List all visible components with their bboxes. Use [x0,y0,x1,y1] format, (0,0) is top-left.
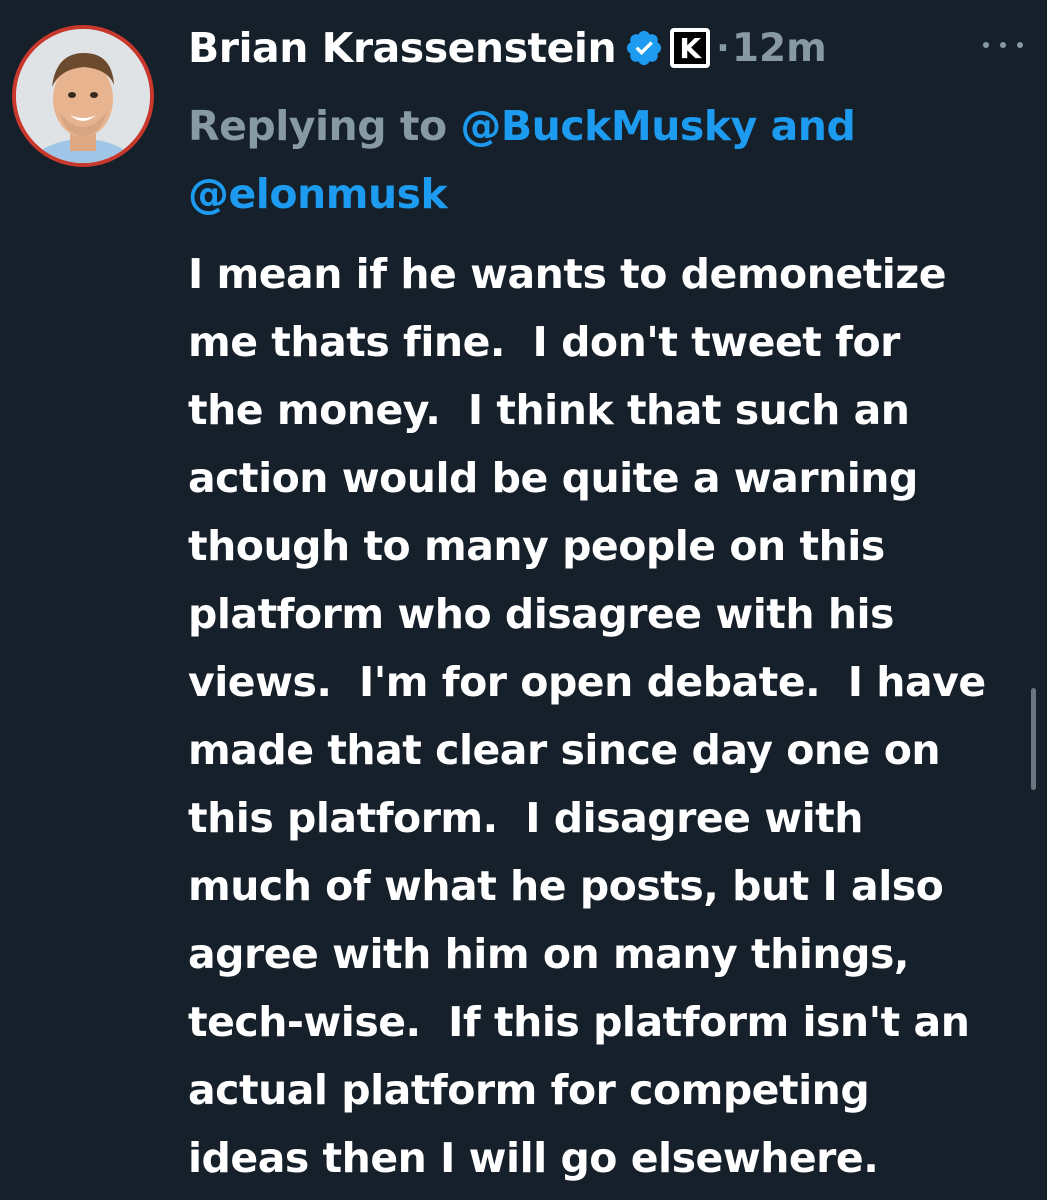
tweet-text: I mean if he wants to demonetize me that… [188,240,1038,1192]
replying-to-joiner[interactable]: and [757,102,856,150]
timestamp[interactable]: 12m [732,26,827,71]
mention-link[interactable]: @BuckMusky [460,102,757,150]
scrollbar[interactable] [1031,688,1036,790]
tweet-text-line: the money. I think that such an [188,386,910,434]
tweet-text-line: made that clear since day one on [188,726,941,774]
replying-to: Replying to @BuckMusky and @elonmusk [188,92,1008,228]
tweet-text-line: much of what he posts, but I also [188,862,944,910]
tweet-text-line: tech-wise. If this platform isn't an [188,998,970,1046]
tweet-text-line: actual platform for competing [188,1066,870,1114]
tweet-text-line: views. I'm for open debate. I have [188,658,986,706]
replying-to-prefix: Replying to [188,102,461,150]
tweet-text-line: I mean if he wants to demonetize [188,250,947,298]
verified-badge-icon[interactable] [624,28,664,68]
separator-dot: · [716,27,730,69]
tweet-text-line: me thats fine. I don't tweet for [188,318,900,366]
affiliate-letter: K [674,32,707,65]
tweet-text-line: agree with him on many things, [188,930,909,978]
mention-link[interactable]: @elonmusk [188,170,448,218]
affiliate-badge-icon[interactable]: K [670,28,711,68]
tweet-text-line: platform who disagree with his [188,590,894,638]
more-options-icon[interactable] [983,28,1023,62]
tweet-header: Brian Krassenstein K · 12m [188,18,827,78]
tweet[interactable]: Brian Krassenstein K · 12m Replying to @… [0,0,1047,1200]
tweet-text-line: action would be quite a warning [188,454,918,502]
tweet-text-line: this platform. I disagree with [188,794,863,842]
tweet-text-line: ideas then I will go elsewhere. [188,1134,879,1182]
tweet-text-line: though to many people on this [188,522,885,570]
avatar-image [16,29,150,163]
avatar[interactable] [12,25,154,167]
author-name[interactable]: Brian Krassenstein [188,24,617,72]
